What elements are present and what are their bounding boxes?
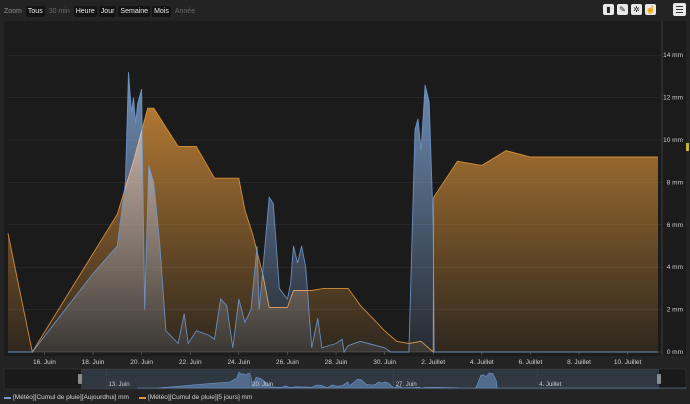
x-tick-label: 2. Juillet [421, 359, 445, 366]
scroll-marker[interactable] [686, 143, 689, 151]
x-tick-label: 20. Juin [130, 359, 153, 366]
x-tick-label: 16. Juin [33, 359, 56, 366]
y-tick-label: 2 mm [667, 307, 683, 314]
legend-label-5days: [Météo][Cumul de pluie][5 jours] mm [147, 394, 253, 401]
x-tick-label: 22. Juin [179, 359, 202, 366]
rain-chart: 0 mm 2 mm 4 mm 6 mm 8 mm 10 mm 12 mm 14 mm 16. … [3, 21, 689, 390]
x-tick-label: 24. Juin [227, 359, 250, 366]
navigator-label: 13. Juin [109, 382, 130, 388]
x-tick-label: 26. Juin [276, 359, 299, 366]
y-tick-label: 0 mm [667, 349, 683, 356]
y-tick-label: 14 mm [663, 52, 683, 59]
y-tick-label: 10 mm [663, 137, 683, 144]
x-tick-label: 10. Juillet [614, 359, 642, 366]
navigator[interactable]: 13. Juin 20. Juin 27. Juin 4. Juillet [3, 368, 687, 390]
legend-item-5days[interactable]: [Météo][Cumul de pluie][5 jours] mm [138, 394, 253, 401]
legend-item-today[interactable]: [Météo][Cumul de pluie][Aujourdhui] mm [4, 394, 129, 401]
navigator-label: 20. Juin [252, 382, 273, 388]
legend-label-today: [Météo][Cumul de pluie][Aujourdhui] mm [13, 394, 129, 401]
navigator-label: 27. Juin [396, 382, 417, 388]
x-tick-label: 30. Juin [373, 359, 396, 366]
legend: [Météo][Cumul de pluie][Aujourdhui] mm [… [4, 394, 252, 401]
x-tick-label: 6. Juillet [519, 359, 543, 366]
legend-swatch-orange [138, 396, 146, 399]
x-tick-label: 4. Juillet [470, 359, 494, 366]
navigator-right-handle[interactable] [657, 374, 661, 384]
x-tick-label: 8. Juillet [567, 359, 591, 366]
y-tick-label: 4 mm [667, 264, 683, 271]
x-tick-label: 28. Juin [325, 359, 348, 366]
y-tick-label: 8 mm [667, 179, 683, 186]
legend-swatch-blue [4, 396, 11, 399]
navigator-left-handle[interactable] [78, 374, 82, 384]
y-tick-label: 6 mm [667, 222, 683, 229]
x-tick-label: 18. Juin [82, 359, 105, 366]
navigator-label: 4. Juillet [539, 382, 561, 388]
y-tick-label: 12 mm [663, 95, 683, 102]
